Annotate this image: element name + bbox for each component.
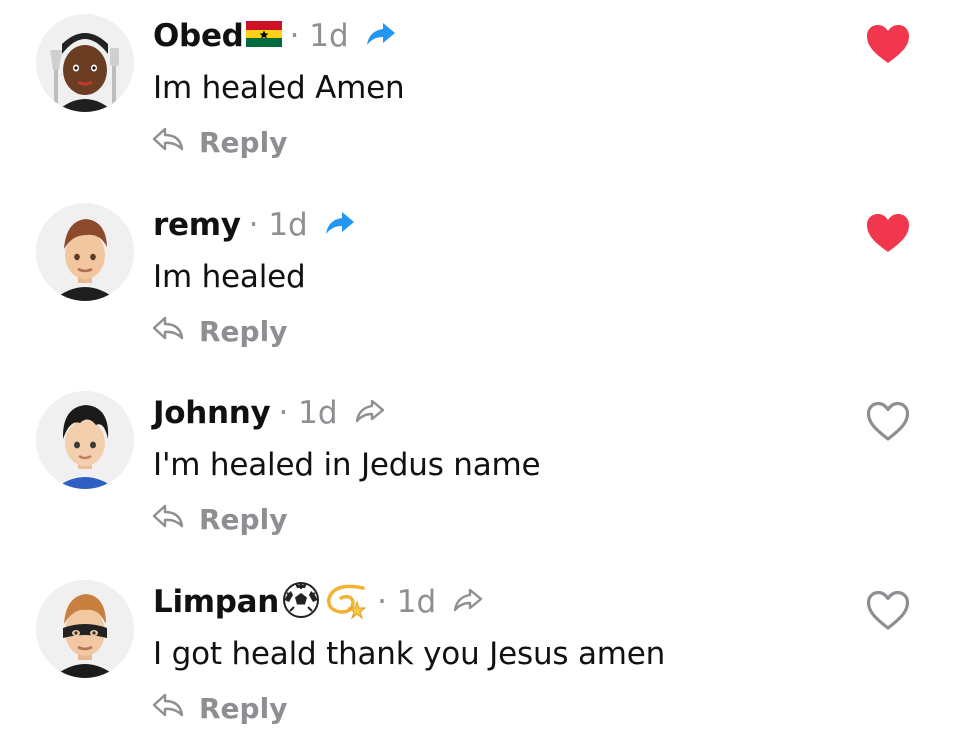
comment-item: Johnny · 1d I'm healed in Jedus name Rep… <box>0 377 960 565</box>
heart-icon[interactable] <box>864 399 912 443</box>
username[interactable]: Obed <box>153 18 244 54</box>
soccer-ball-icon <box>281 580 321 624</box>
comment-item: remy · 1d Im healed Reply <box>0 189 960 377</box>
share-arrow-icon[interactable] <box>365 21 397 51</box>
timestamp: · 1d <box>248 207 308 243</box>
reply-label: Reply <box>199 125 288 159</box>
comment-header: remy · 1d <box>153 203 356 247</box>
timestamp: · 1d <box>278 395 338 431</box>
comment-text: Im healed Amen <box>153 70 405 106</box>
ghana-flag-icon <box>245 21 282 51</box>
heart-icon[interactable] <box>864 211 912 255</box>
share-arrow-icon[interactable] <box>452 587 484 617</box>
comment-text: I'm healed in Jedus name <box>153 447 541 483</box>
heart-icon[interactable] <box>864 588 912 632</box>
timestamp: · 1d <box>289 18 349 54</box>
dizzy-icon <box>323 580 369 624</box>
avatar[interactable] <box>36 203 134 301</box>
reply-button[interactable]: Reply <box>151 499 287 539</box>
reply-label: Reply <box>199 314 288 348</box>
reply-label: Reply <box>199 502 288 536</box>
comment-text: I got heald thank you Jesus amen <box>153 636 666 672</box>
reply-button[interactable]: Reply <box>151 688 287 728</box>
share-arrow-icon[interactable] <box>324 210 356 240</box>
username[interactable]: Limpan <box>153 584 279 620</box>
username[interactable]: remy <box>153 207 241 243</box>
reply-arrow-icon <box>151 692 185 725</box>
comment-header: Limpan · 1d <box>153 580 484 624</box>
avatar[interactable] <box>36 391 134 489</box>
reply-label: Reply <box>199 691 288 725</box>
reply-button[interactable]: Reply <box>151 311 287 351</box>
share-arrow-icon[interactable] <box>354 398 386 428</box>
heart-icon[interactable] <box>864 22 912 66</box>
comment-header: Johnny · 1d <box>153 391 386 435</box>
avatar[interactable] <box>36 580 134 678</box>
reply-arrow-icon <box>151 503 185 536</box>
comment-header: Obed · 1d <box>153 14 397 58</box>
reply-button[interactable]: Reply <box>151 122 287 162</box>
username[interactable]: Johnny <box>153 395 271 431</box>
reply-arrow-icon <box>151 126 185 159</box>
comment-text: Im healed <box>153 259 306 295</box>
avatar[interactable] <box>36 14 134 112</box>
timestamp: · 1d <box>377 584 437 620</box>
comment-item: Limpan · 1d I got heald thank you Jesus … <box>0 566 960 754</box>
comment-item: Obed · 1d Im healed Amen Reply <box>0 0 960 188</box>
reply-arrow-icon <box>151 315 185 348</box>
